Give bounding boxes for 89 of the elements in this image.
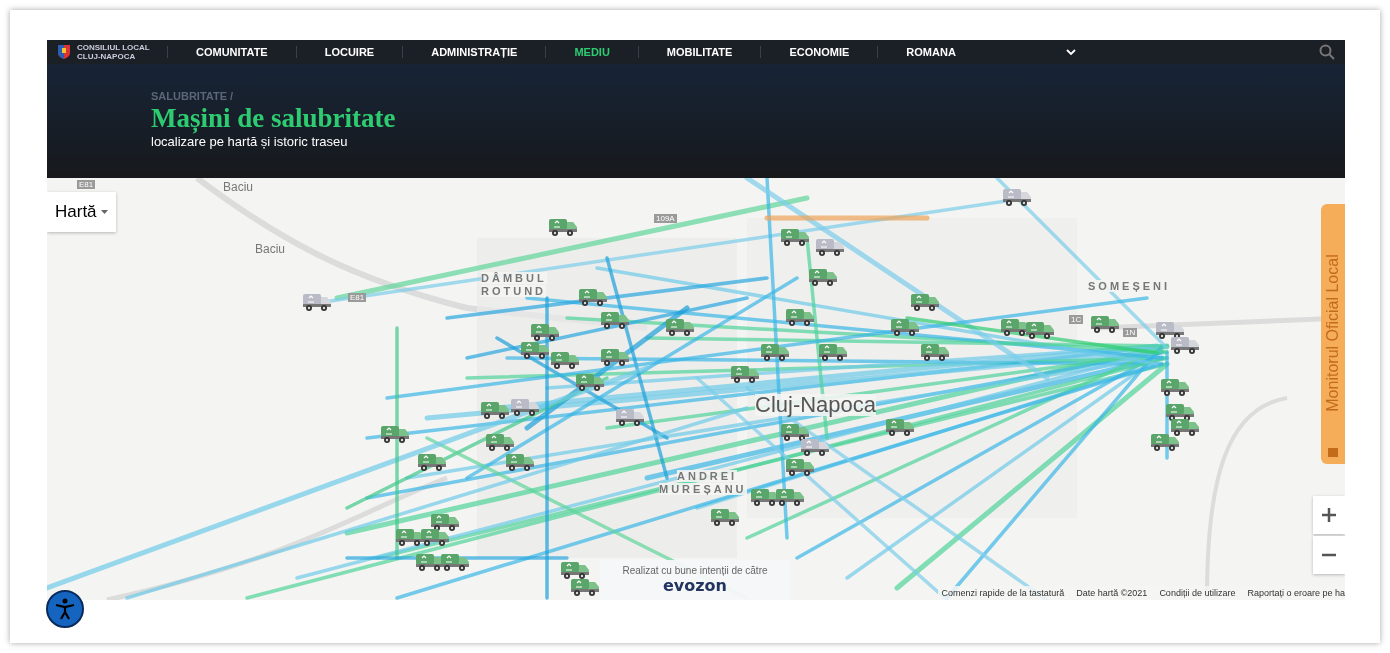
- garbage-truck-icon[interactable]: [578, 287, 608, 307]
- place-label: Baciu: [255, 242, 286, 256]
- garbage-truck-icon[interactable]: [890, 317, 920, 337]
- garbage-truck-icon[interactable]: [510, 397, 540, 417]
- garbage-truck-icon[interactable]: [818, 342, 848, 362]
- garbage-truck-icon[interactable]: [780, 227, 810, 247]
- logo-text: CONSILIUL LOCAL: [77, 43, 150, 52]
- company-logo[interactable]: evozon: [663, 576, 727, 595]
- attribution-link[interactable]: Date hartă ©2021: [1076, 588, 1148, 598]
- document-icon: [1327, 446, 1339, 458]
- logo-text: CLUJ-NAPOCA: [77, 52, 137, 61]
- garbage-truck-icon[interactable]: [760, 342, 790, 362]
- place-label: MUREȘANU: [659, 483, 747, 495]
- road-number: E81: [77, 180, 96, 189]
- garbage-truck-icon[interactable]: [885, 417, 915, 437]
- nav-link[interactable]: COMUNITATE: [167, 46, 296, 58]
- garbage-truck-icon[interactable]: [1170, 417, 1200, 437]
- nav-link[interactable]: ECONOMIE: [760, 46, 878, 58]
- garbage-truck-icon[interactable]: [480, 400, 510, 420]
- garbage-truck-icon[interactable]: [1002, 187, 1032, 207]
- garbage-truck-icon[interactable]: [808, 267, 838, 287]
- garbage-truck-icon[interactable]: [417, 452, 447, 472]
- road-number: 109A: [654, 214, 677, 223]
- caret-icon: [100, 210, 108, 214]
- garbage-truck-icon[interactable]: [815, 237, 845, 257]
- garbage-truck-icon[interactable]: [560, 560, 590, 580]
- map-type-dropdown[interactable]: Hartă: [47, 192, 116, 232]
- road-number: 1C: [1069, 315, 1084, 324]
- page-subtitle: localizare pe hartă și istoric traseu: [151, 134, 349, 149]
- chevron-down-icon[interactable]: [1065, 48, 1076, 56]
- garbage-truck-icon[interactable]: [615, 407, 645, 427]
- page-title: Mașini de salubritate: [151, 102, 397, 134]
- garbage-truck-icon[interactable]: [800, 437, 830, 457]
- garbage-truck-icon[interactable]: [520, 340, 550, 360]
- garbage-truck-icon[interactable]: [570, 577, 600, 597]
- garbage-truck-icon[interactable]: [600, 310, 630, 330]
- side-tab-label: Monitorul Oficial Local: [1324, 254, 1342, 412]
- place-label: Cluj-Napoca: [755, 394, 877, 416]
- zoom-out-button[interactable]: [1313, 536, 1345, 574]
- nav-link[interactable]: LOCUIRE: [295, 46, 403, 58]
- garbage-truck-icon[interactable]: [575, 372, 605, 392]
- place-label: ROTUND: [481, 285, 547, 297]
- garbage-truck-icon[interactable]: [910, 292, 940, 312]
- garbage-truck-icon[interactable]: [548, 217, 578, 237]
- garbage-truck-icon[interactable]: [775, 487, 805, 507]
- garbage-truck-icon[interactable]: [730, 364, 760, 384]
- garbage-truck-icon[interactable]: [420, 527, 450, 547]
- garbage-truck-icon[interactable]: [920, 342, 950, 362]
- garbage-truck-icon[interactable]: [1170, 335, 1200, 355]
- garbage-truck-icon[interactable]: [1155, 320, 1185, 340]
- garbage-truck-icon[interactable]: [665, 317, 695, 337]
- attribution-link[interactable]: Condiții de utilizare: [1159, 588, 1236, 598]
- attribution-link[interactable]: Raportați o eroare pe ha: [1247, 588, 1345, 598]
- garbage-truck-icon[interactable]: [1090, 314, 1120, 334]
- garbage-truck-icon[interactable]: [302, 292, 332, 312]
- nav-link[interactable]: MOBILITATE: [637, 46, 761, 58]
- place-label: ANDREI: [677, 470, 738, 482]
- accessibility-icon: [53, 597, 77, 621]
- garbage-truck-icon[interactable]: [785, 457, 815, 477]
- garbage-truck-icon[interactable]: [1150, 432, 1180, 452]
- garbage-truck-icon[interactable]: [1165, 402, 1195, 422]
- garbage-truck-icon[interactable]: [550, 350, 580, 370]
- language-selector[interactable]: ROMANA: [877, 46, 1066, 58]
- garbage-truck-icon[interactable]: [1160, 377, 1190, 397]
- garbage-truck-icon[interactable]: [710, 507, 740, 527]
- garbage-truck-icon[interactable]: [1025, 320, 1055, 340]
- coat-of-arms-icon: [57, 44, 71, 60]
- garbage-truck-icon[interactable]: [380, 424, 410, 444]
- credit-text: Realizat cu bune intenții de către: [622, 565, 768, 576]
- place-label: DÂMBUL: [481, 272, 547, 284]
- garbage-truck-icon[interactable]: [600, 347, 630, 367]
- nav-link[interactable]: ADMINISTRAȚIE: [402, 46, 546, 58]
- road-number: 1N: [1123, 328, 1138, 337]
- road-number: E81: [348, 293, 367, 302]
- search-icon[interactable]: [1319, 44, 1335, 60]
- plus-icon: [1321, 507, 1337, 523]
- garbage-truck-icon[interactable]: [485, 432, 515, 452]
- zoom-in-button[interactable]: [1313, 496, 1345, 534]
- place-label: Baciu: [223, 180, 254, 194]
- garbage-truck-icon[interactable]: [780, 422, 810, 442]
- garbage-truck-icon[interactable]: [785, 307, 815, 327]
- garbage-truck-icon[interactable]: [430, 512, 460, 532]
- garbage-truck-icon[interactable]: [505, 452, 535, 472]
- garbage-truck-icon[interactable]: [530, 322, 560, 342]
- accessibility-button[interactable]: [46, 590, 84, 628]
- attribution-link[interactable]: Comenzi rapide de la tastatură: [941, 588, 1065, 598]
- garbage-truck-icon[interactable]: [440, 552, 470, 572]
- nav-link[interactable]: MEDIU: [545, 46, 638, 58]
- minus-icon: [1321, 553, 1337, 557]
